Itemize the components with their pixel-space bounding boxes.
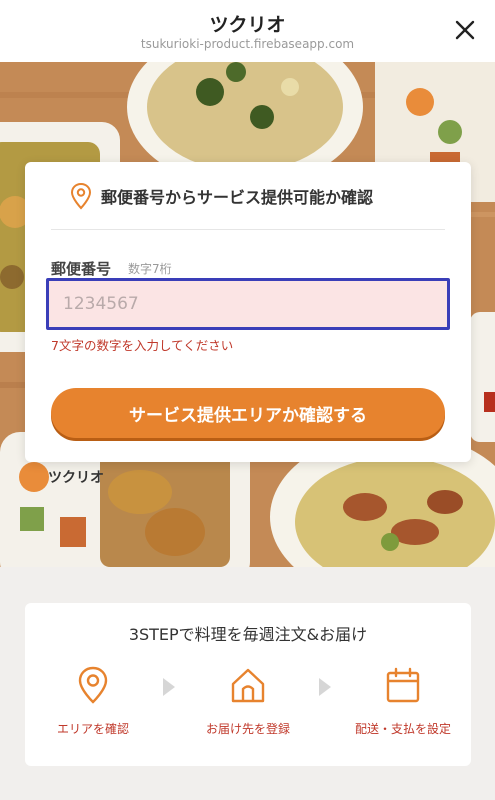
postal-code-hint: 数字7桁 — [128, 262, 172, 276]
validation-error: 7文字の数字を入力してください — [51, 338, 234, 353]
next-arrow-icon — [163, 678, 175, 696]
step-label: エリアを確認 — [56, 722, 129, 736]
page-url: tsukurioki-product.firebaseapp.com — [140, 37, 355, 51]
close-icon[interactable] — [451, 16, 479, 44]
calendar-icon — [386, 667, 420, 703]
card-heading: 郵便番号からサービス提供可能か確認 — [101, 188, 374, 207]
card-header: 郵便番号からサービス提供可能か確認 — [25, 162, 471, 230]
postal-code-input[interactable] — [46, 278, 450, 330]
steps-title: 3STEPで料理を毎週注文&お届け — [128, 625, 368, 644]
tray-brand-text: ツクリオ — [48, 470, 104, 486]
step-register-address: お届け先を登録 — [188, 665, 308, 737]
divider — [51, 229, 445, 230]
next-arrow-icon — [319, 678, 331, 696]
step-check-area: エリアを確認 — [33, 665, 153, 737]
postal-code-label: 郵便番号 — [51, 260, 112, 278]
step-delivery-payment: 配送・支払を設定 — [343, 665, 463, 737]
check-area-button[interactable]: サービス提供エリアか確認する — [51, 388, 445, 438]
step-label: 配送・支払を設定 — [354, 722, 451, 736]
page-title: ツクリオ — [209, 14, 286, 36]
location-pin-icon — [70, 182, 92, 210]
step-label: お届け先を登録 — [205, 722, 290, 736]
steps-panel: 3STEPで料理を毎週注文&お届け エリアを確認 お届け先を登録 配送・支払を設… — [25, 603, 471, 766]
house-icon — [231, 668, 265, 703]
browser-header: ツクリオ tsukurioki-product.firebaseapp.com — [0, 0, 495, 62]
location-pin-icon — [78, 666, 108, 704]
postal-check-card: 郵便番号からサービス提供可能か確認 郵便番号 数字7桁 7文字の数字を入力してく… — [25, 162, 471, 462]
